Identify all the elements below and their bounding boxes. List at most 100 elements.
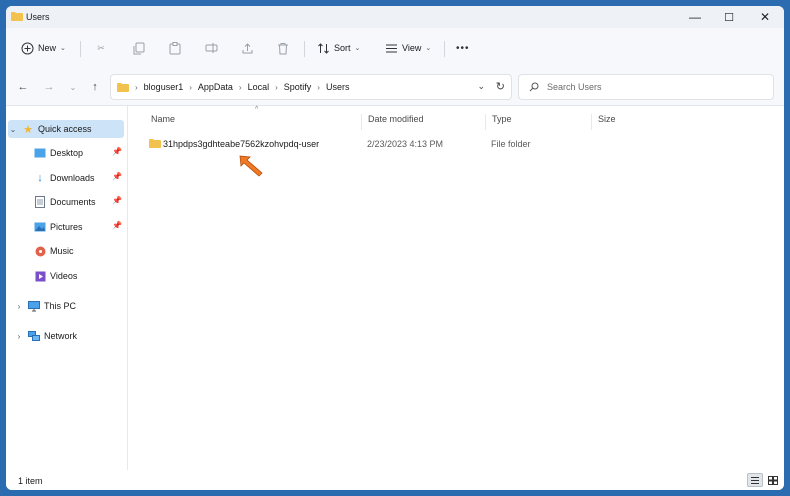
breadcrumb-appdata[interactable]: AppData	[198, 82, 233, 92]
chevron-right-icon[interactable]: ›	[14, 332, 24, 341]
table-row[interactable]: 31hpdps3gdhteabe7562kzohvpdq-user 2/23/2…	[141, 137, 741, 153]
sidebar-item-label: Desktop	[50, 148, 84, 158]
file-name[interactable]: 31hpdps3gdhteabe7562kzohvpdq-user	[163, 139, 319, 149]
paste-button[interactable]	[168, 40, 182, 56]
search-box[interactable]: Search Users	[518, 74, 774, 100]
chevron-right-icon: ›	[275, 82, 278, 92]
share-button[interactable]	[240, 40, 254, 56]
view-icon	[384, 41, 398, 55]
sidebar-item-label: This PC	[44, 301, 77, 311]
column-header-type[interactable]: Type	[485, 114, 591, 130]
breadcrumb-users[interactable]: Users	[326, 82, 350, 92]
more-options-button[interactable]: •••	[456, 40, 470, 56]
column-size-label: Size	[598, 114, 616, 124]
toolbar-divider	[444, 41, 445, 57]
sidebar-item-desktop[interactable]: Desktop 📌	[34, 144, 126, 162]
folder-icon	[11, 12, 23, 21]
pin-icon[interactable]: 📌	[112, 221, 122, 230]
column-header-size[interactable]: Size	[591, 114, 671, 130]
rename-button[interactable]	[204, 40, 218, 56]
videos-icon	[34, 270, 46, 282]
chevron-right-icon[interactable]: ›	[14, 302, 24, 311]
details-view-button[interactable]	[747, 473, 763, 487]
sidebar-item-this-pc[interactable]: › This PC	[14, 297, 124, 315]
star-icon: ★	[23, 123, 33, 136]
sidebar-item-music[interactable]: Music	[34, 242, 126, 260]
delete-button[interactable]	[276, 40, 290, 56]
sidebar-item-videos[interactable]: Videos	[34, 267, 126, 285]
sidebar-item-label: Music	[50, 246, 74, 256]
view-label: View	[402, 43, 422, 53]
toolbar-divider	[80, 41, 81, 57]
breadcrumb-spotify[interactable]: Spotify	[284, 82, 312, 92]
column-header-name[interactable]: Name	[145, 114, 361, 130]
sidebar-item-label: Downloads	[50, 173, 95, 183]
status-bar: 1 item	[6, 470, 784, 490]
breadcrumb-bloguser1[interactable]: bloguser1	[144, 82, 184, 92]
sort-ascending-icon: ^	[255, 106, 259, 113]
maximize-button[interactable]: ☐	[712, 6, 746, 28]
chevron-down-icon: ⌄	[425, 45, 432, 52]
downloads-icon: ↓	[37, 172, 43, 184]
sidebar-item-network[interactable]: › Network	[14, 327, 124, 345]
column-name-label: Name	[151, 114, 176, 124]
computer-icon	[28, 300, 40, 312]
tiles-view-button[interactable]	[765, 473, 781, 487]
forward-arrow-icon[interactable]: →	[42, 80, 56, 94]
chevron-right-icon: ›	[317, 82, 320, 92]
recent-locations-icon[interactable]: ⌄	[66, 80, 80, 94]
share-icon	[240, 41, 254, 55]
tiles-view-icon	[768, 475, 778, 485]
file-list: Name ^ Date modified Type Size 31hpdps3g…	[129, 106, 784, 470]
column-header-date-modified[interactable]: Date modified	[361, 114, 485, 130]
sidebar-item-quick-access[interactable]: ⌄ ★ Quick access	[8, 120, 124, 138]
address-bar[interactable]: › bloguser1 › AppData › Local › Spotify …	[110, 74, 512, 100]
item-count: 1 item	[18, 476, 43, 486]
column-type-label: Type	[492, 114, 512, 124]
details-view-icon	[751, 476, 759, 484]
sidebar-item-documents[interactable]: Documents 📌	[34, 193, 126, 211]
title-bar: Users — ☐ ✕	[6, 6, 784, 28]
sort-icon	[316, 41, 330, 55]
pictures-icon	[34, 221, 46, 233]
chevron-down-icon[interactable]: ⌄	[8, 125, 18, 134]
new-label: New	[38, 43, 57, 53]
minimize-button[interactable]: —	[678, 6, 712, 28]
plus-icon	[20, 41, 34, 55]
chevron-down-icon: ⌄	[60, 45, 66, 52]
documents-icon	[34, 196, 46, 208]
sidebar-item-label: Videos	[50, 271, 78, 281]
chevron-down-icon: ⌄	[354, 45, 361, 52]
sidebar-item-label: Quick access	[38, 124, 92, 134]
chevron-right-icon: ›	[238, 82, 242, 92]
pin-icon[interactable]: 📌	[112, 172, 122, 181]
rename-icon	[204, 41, 218, 55]
clipboard-icon	[168, 41, 182, 55]
pin-icon[interactable]: 📌	[112, 147, 122, 156]
sort-button[interactable]: Sort ⌄	[316, 40, 360, 56]
new-button[interactable]: New ⌄	[20, 40, 66, 56]
file-date-modified: 2/23/2023 4:13 PM	[367, 139, 444, 149]
refresh-icon[interactable]: ↻	[496, 80, 505, 93]
column-date-label: Date modified	[368, 114, 424, 124]
copy-button[interactable]	[132, 40, 146, 56]
chevron-right-icon: ›	[189, 82, 192, 92]
sidebar-item-pictures[interactable]: Pictures 📌	[34, 218, 126, 236]
sidebar-item-downloads[interactable]: ↓ Downloads 📌	[34, 169, 126, 187]
file-type: File folder	[491, 139, 531, 149]
search-placeholder: Search Users	[547, 82, 602, 92]
sort-label: Sort	[334, 43, 351, 53]
up-arrow-icon[interactable]: ↑	[88, 80, 102, 94]
cut-button[interactable]: ✂	[94, 40, 108, 56]
view-button[interactable]: View ⌄	[384, 40, 431, 56]
folder-icon	[149, 139, 161, 148]
close-button[interactable]: ✕	[748, 6, 782, 28]
music-icon	[34, 245, 46, 257]
window-title: Users	[26, 12, 50, 22]
copy-icon	[132, 41, 146, 55]
sidebar-item-label: Network	[44, 331, 78, 341]
address-dropdown-icon[interactable]: ⌄	[477, 81, 485, 92]
pin-icon[interactable]: 📌	[112, 196, 122, 205]
back-arrow-icon[interactable]: ←	[16, 80, 30, 94]
breadcrumb-local[interactable]: Local	[248, 82, 270, 92]
